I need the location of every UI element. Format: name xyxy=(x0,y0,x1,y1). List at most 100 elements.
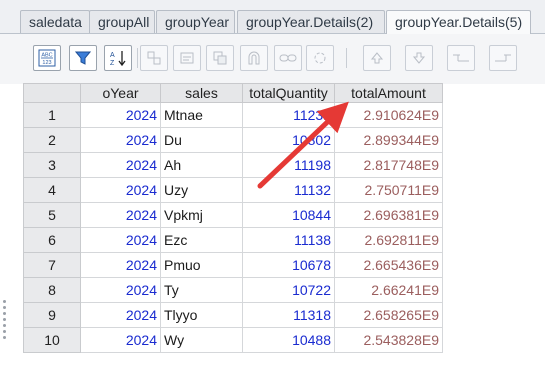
chain-button[interactable] xyxy=(274,45,302,71)
table-row[interactable]: 6 2024 Ezc 11138 2.692811E9 xyxy=(23,227,443,253)
copy-button[interactable] xyxy=(206,45,234,71)
cell-totalamount[interactable]: 2.750711E9 xyxy=(334,177,443,203)
indent-button[interactable] xyxy=(447,45,475,71)
copy-icon xyxy=(213,51,227,65)
tab-groupall[interactable]: groupAll xyxy=(89,10,155,33)
cell-totalamount[interactable]: 2.696381E9 xyxy=(334,202,443,228)
table-row[interactable]: 2 2024 Du 10802 2.899344E9 xyxy=(23,127,443,153)
cell-sales[interactable]: Du xyxy=(160,127,243,153)
tab-groupyear-details-2[interactable]: groupYear.Details(2) xyxy=(237,10,385,33)
table-row[interactable]: 9 2024 Tlyyo 11318 2.658265E9 xyxy=(23,302,443,328)
column-header-totalamount[interactable]: totalAmount xyxy=(334,83,443,103)
cell-oyear[interactable]: 2024 xyxy=(80,277,161,303)
cell-totalamount[interactable]: 2.66241E9 xyxy=(334,277,443,303)
cell-totalquantity[interactable]: 10678 xyxy=(242,252,335,278)
corner-header[interactable] xyxy=(23,83,81,103)
magnet-button[interactable] xyxy=(240,45,268,71)
abc-123-button[interactable]: ABC 123 xyxy=(33,45,61,71)
cell-sales[interactable]: Ty xyxy=(160,277,243,303)
cell-oyear[interactable]: 2024 xyxy=(80,152,161,178)
cell-oyear[interactable]: 2024 xyxy=(80,302,161,328)
cell-totalquantity[interactable]: 10844 xyxy=(242,202,335,228)
cell-oyear[interactable]: 2024 xyxy=(80,102,161,128)
cell-totalquantity[interactable]: 10802 xyxy=(242,127,335,153)
row-number[interactable]: 1 xyxy=(23,102,81,128)
tab-groupyear-details-5[interactable]: groupYear.Details(5) xyxy=(386,10,531,34)
cell-oyear[interactable]: 2024 xyxy=(80,177,161,203)
sort-az-icon: A Z xyxy=(110,51,126,67)
link-button[interactable] xyxy=(140,45,168,71)
move-down-button[interactable] xyxy=(405,45,433,71)
row-number[interactable]: 2 xyxy=(23,127,81,153)
cell-totalamount[interactable]: 2.658265E9 xyxy=(334,302,443,328)
cell-totalquantity[interactable]: 11138 xyxy=(242,227,335,253)
cell-oyear[interactable]: 2024 xyxy=(80,227,161,253)
column-header-sales[interactable]: sales xyxy=(160,83,243,103)
arrow-up-icon xyxy=(370,52,384,64)
cell-totalamount[interactable]: 2.692811E9 xyxy=(334,227,443,253)
outdent-button[interactable] xyxy=(489,45,517,71)
cell-sales[interactable]: Mtnae xyxy=(160,102,243,128)
cell-totalquantity[interactable]: 11198 xyxy=(242,152,335,178)
cell-sales[interactable]: Pmuo xyxy=(160,252,243,278)
table-row[interactable]: 4 2024 Uzy 11132 2.750711E9 xyxy=(23,177,443,203)
cell-totalamount[interactable]: 2.910624E9 xyxy=(334,102,443,128)
data-grid: oYear sales totalQuantity totalAmount 12… xyxy=(23,83,443,353)
cell-oyear[interactable]: 2024 xyxy=(80,252,161,278)
cell-totalamount[interactable]: 2.817748E9 xyxy=(334,152,443,178)
row-number[interactable]: 6 xyxy=(23,227,81,253)
row-number[interactable]: 10 xyxy=(23,327,81,353)
row-number[interactable]: 5 xyxy=(23,202,81,228)
toolbar: ABC 123 A Z xyxy=(0,34,545,84)
arrow-down-icon xyxy=(412,52,426,64)
chain-icon xyxy=(279,54,297,62)
cell-totalamount[interactable]: 2.543828E9 xyxy=(334,327,443,353)
table-row[interactable]: 10 2024 Wy 10488 2.543828E9 xyxy=(23,327,443,353)
edit-button[interactable] xyxy=(173,45,201,71)
sort-button[interactable]: A Z xyxy=(104,45,132,71)
grid-body: 1 2024 Mtnae 11231 2.910624E9 2 2024 Du 10802 2.8… xyxy=(23,102,443,353)
cell-totalamount[interactable]: 2.665436E9 xyxy=(334,252,443,278)
cell-oyear[interactable]: 2024 xyxy=(80,127,161,153)
table-row[interactable]: 3 2024 Ah 11198 2.817748E9 xyxy=(23,152,443,178)
tab-saledata[interactable]: saledata xyxy=(20,10,90,33)
svg-text:123: 123 xyxy=(42,60,51,66)
svg-text:Z: Z xyxy=(110,60,115,67)
cell-oyear[interactable]: 2024 xyxy=(80,327,161,353)
row-number[interactable]: 7 xyxy=(23,252,81,278)
outdent-icon xyxy=(495,54,511,62)
cell-oyear[interactable]: 2024 xyxy=(80,202,161,228)
cell-sales[interactable]: Wy xyxy=(160,327,243,353)
tab-groupyear[interactable]: groupYear xyxy=(156,10,235,33)
cell-sales[interactable]: Uzy xyxy=(160,177,243,203)
table-row[interactable]: 5 2024 Vpkmj 10844 2.696381E9 xyxy=(23,202,443,228)
cell-sales[interactable]: Tlyyo xyxy=(160,302,243,328)
cell-sales[interactable]: Vpkmj xyxy=(160,202,243,228)
row-number[interactable]: 9 xyxy=(23,302,81,328)
table-row[interactable]: 8 2024 Ty 10722 2.66241E9 xyxy=(23,277,443,303)
cell-sales[interactable]: Ah xyxy=(160,152,243,178)
filter-button[interactable] xyxy=(69,45,97,71)
filter-icon xyxy=(75,51,91,65)
column-header-totalquantity[interactable]: totalQuantity xyxy=(242,83,335,103)
table-row[interactable]: 1 2024 Mtnae 11231 2.910624E9 xyxy=(23,102,443,128)
header-row: oYear sales totalQuantity totalAmount xyxy=(23,83,443,103)
move-up-button[interactable] xyxy=(363,45,391,71)
cell-totalamount[interactable]: 2.899344E9 xyxy=(334,127,443,153)
column-header-oyear[interactable]: oYear xyxy=(80,83,161,103)
refresh-button[interactable] xyxy=(306,45,334,71)
abc-123-icon: ABC 123 xyxy=(38,49,56,67)
cell-totalquantity[interactable]: 11132 xyxy=(242,177,335,203)
cell-totalquantity[interactable]: 11231 xyxy=(242,102,335,128)
cell-totalquantity[interactable]: 11318 xyxy=(242,302,335,328)
row-number[interactable]: 4 xyxy=(23,177,81,203)
cell-sales[interactable]: Ezc xyxy=(160,227,243,253)
cell-totalquantity[interactable]: 10722 xyxy=(242,277,335,303)
cell-totalquantity[interactable]: 10488 xyxy=(242,327,335,353)
row-number[interactable]: 3 xyxy=(23,152,81,178)
row-number[interactable]: 8 xyxy=(23,277,81,303)
magnet-icon xyxy=(248,51,260,65)
refresh-icon xyxy=(314,52,326,64)
indent-icon xyxy=(453,54,469,62)
table-row[interactable]: 7 2024 Pmuo 10678 2.665436E9 xyxy=(23,252,443,278)
